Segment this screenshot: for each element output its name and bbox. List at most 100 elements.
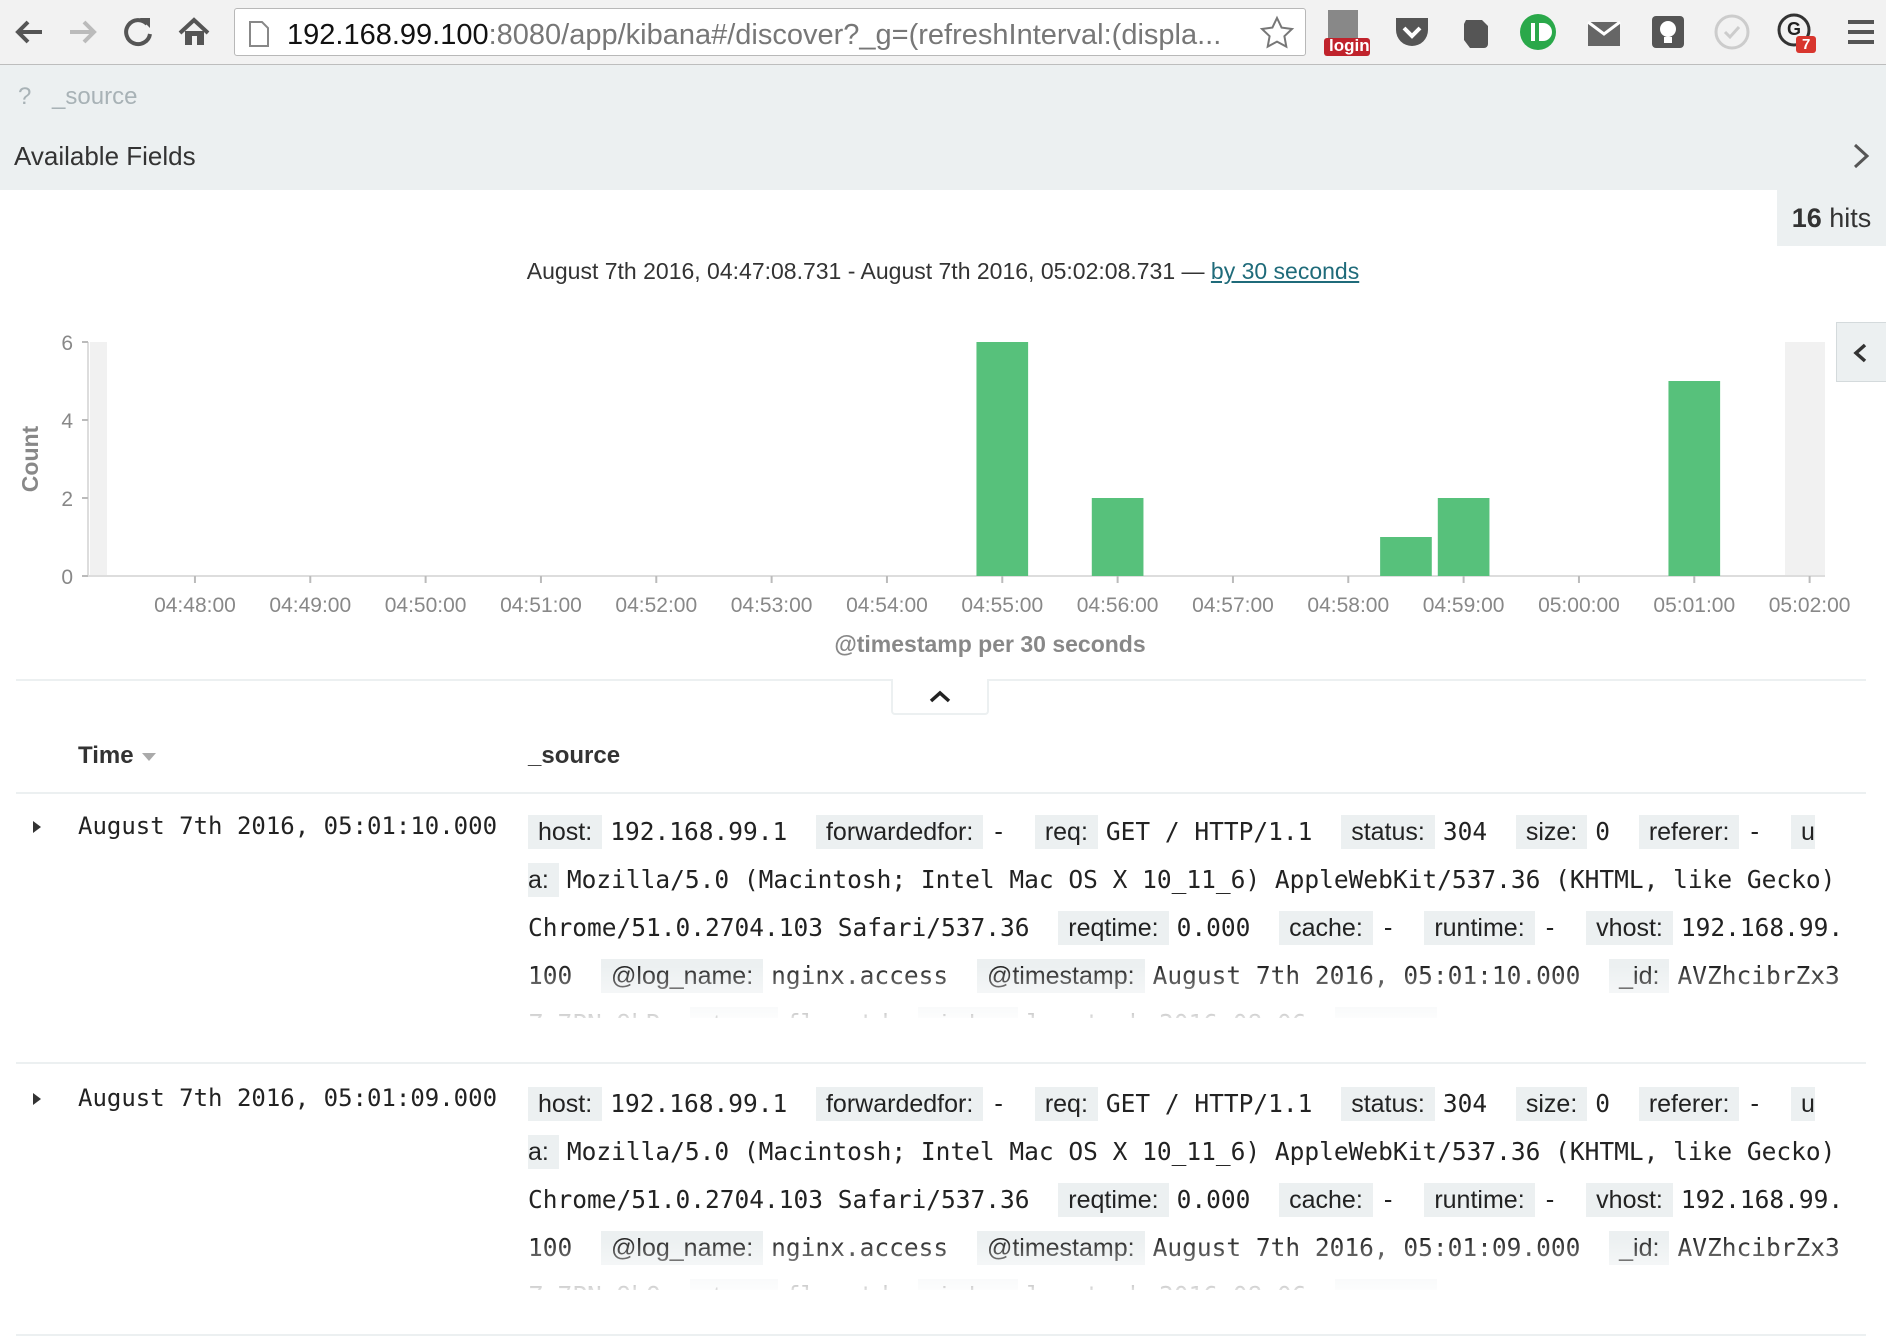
x-tick-label: 05:02:00 <box>1769 594 1851 617</box>
field-value: - <box>1380 913 1396 942</box>
x-tick-label: 05:00:00 <box>1538 594 1620 617</box>
fields-panel: ? _source Available Fields <box>0 65 1886 190</box>
x-tick-label: 04:48:00 <box>154 594 236 617</box>
field-key: referer: <box>1638 815 1740 849</box>
unknown-type-icon: ? <box>18 83 32 110</box>
field-key: referer: <box>1638 1087 1740 1121</box>
profile-extension-icon[interactable]: G 7 <box>1774 12 1817 53</box>
mail-check-icon[interactable] <box>1584 12 1624 52</box>
notification-badge: 7 <box>1796 36 1817 53</box>
lightbulb-icon[interactable] <box>1648 12 1688 52</box>
back-icon[interactable] <box>8 10 52 54</box>
y-tick-label: 2 <box>61 488 73 511</box>
x-tick-label: 04:53:00 <box>731 594 813 617</box>
url-path: :8080/app/kibana#/discover?_g=(refreshIn… <box>488 19 1222 51</box>
field-key: status: <box>1341 815 1435 849</box>
source-field-label: _source <box>52 83 138 110</box>
field-value: - <box>991 1089 1007 1118</box>
menu-icon[interactable] <box>1840 12 1880 52</box>
evernote-icon[interactable] <box>1456 12 1496 52</box>
field-key: vhost: <box>1586 911 1673 945</box>
hits-label: hits <box>1829 203 1872 233</box>
chevron-right-icon[interactable] <box>1850 141 1872 176</box>
field-value: 0.000 <box>1176 913 1251 942</box>
field-value: 192.168.99.1 <box>610 1089 788 1118</box>
expand-row-icon[interactable] <box>30 1090 44 1113</box>
truncation-fade <box>528 966 1850 1022</box>
address-bar[interactable]: 192.168.99.100:8080/app/kibana#/discover… <box>234 8 1306 56</box>
time-column-label: Time <box>78 742 134 769</box>
collapse-chart-button[interactable] <box>891 679 989 715</box>
field-value: 192.168.99.1 <box>610 817 788 846</box>
x-tick-label: 04:58:00 <box>1307 594 1389 617</box>
time-range: August 7th 2016, 04:47:08.731 - August 7… <box>0 258 1886 285</box>
x-tick-label: 04:59:00 <box>1423 594 1505 617</box>
collapse-sidebar-button[interactable] <box>1836 322 1886 382</box>
row-divider <box>16 1062 1866 1064</box>
time-column-header[interactable]: Time <box>78 742 158 770</box>
interval-link[interactable]: by 30 seconds <box>1211 258 1359 284</box>
field-key: req: <box>1034 1087 1098 1121</box>
field-key: size: <box>1515 1087 1588 1121</box>
truncation-fade <box>528 1238 1850 1294</box>
field-value: - <box>1542 913 1558 942</box>
field-value: - <box>991 817 1007 846</box>
field-key: runtime: <box>1424 911 1535 945</box>
pocket-icon[interactable] <box>1392 12 1432 52</box>
time-range-text: August 7th 2016, 04:47:08.731 - August 7… <box>526 258 1205 284</box>
browser-toolbar: 192.168.99.100:8080/app/kibana#/discover… <box>0 0 1886 65</box>
url-text: 192.168.99.100:8080/app/kibana#/discover… <box>287 19 1247 52</box>
field-value: - <box>1747 817 1763 846</box>
field-key: cache: <box>1279 911 1373 945</box>
field-key: req: <box>1034 815 1098 849</box>
check-circle-icon[interactable] <box>1712 12 1752 52</box>
x-tick-label: 04:57:00 <box>1192 594 1274 617</box>
field-value: GET / HTTP/1.1 <box>1105 817 1313 846</box>
field-value: 304 <box>1442 1089 1488 1118</box>
source-column-header: _source <box>528 742 621 769</box>
x-tick-label: 04:56:00 <box>1077 594 1159 617</box>
field-value: - <box>1747 1089 1763 1118</box>
field-key: host: <box>528 815 603 849</box>
hits-count: 16 hits <box>1777 190 1886 246</box>
histogram-bar <box>1380 537 1432 576</box>
field-key: forwardedfor: <box>815 815 984 849</box>
x-tick-label: 04:49:00 <box>269 594 351 617</box>
x-axis-label: @timestamp per 30 seconds <box>834 631 1145 657</box>
field-value: - <box>1542 1185 1558 1214</box>
id-extension-icon[interactable] <box>1518 12 1558 52</box>
field-value: GET / HTTP/1.1 <box>1105 1089 1313 1118</box>
y-axis-label: Count <box>17 425 43 492</box>
histogram-bar <box>976 342 1029 576</box>
field-value: 304 <box>1442 817 1488 846</box>
x-tick-label: 05:01:00 <box>1653 594 1735 617</box>
field-key: host: <box>528 1087 603 1121</box>
x-tick-label: 04:50:00 <box>385 594 467 617</box>
sort-caret-icon[interactable] <box>140 742 158 769</box>
x-tick-label: 04:54:00 <box>846 594 928 617</box>
source-field[interactable]: ? _source <box>18 83 137 111</box>
row-time: August 7th 2016, 05:01:09.000 <box>78 1084 498 1112</box>
login-extension-icon[interactable]: login <box>1322 8 1370 58</box>
hits-number: 16 <box>1791 203 1822 233</box>
field-key: reqtime: <box>1058 911 1169 945</box>
y-tick-label: 0 <box>61 566 73 589</box>
field-key: reqtime: <box>1058 1183 1169 1217</box>
bookmark-star-icon[interactable] <box>1259 15 1295 56</box>
field-key: cache: <box>1279 1183 1373 1217</box>
header-divider <box>16 792 1866 794</box>
x-tick-label: 04:52:00 <box>615 594 697 617</box>
field-key: status: <box>1341 1087 1435 1121</box>
field-key: size: <box>1515 815 1588 849</box>
expand-row-icon[interactable] <box>30 818 44 841</box>
field-key: vhost: <box>1586 1183 1673 1217</box>
forward-icon[interactable] <box>60 10 104 54</box>
field-value: - <box>1380 1185 1396 1214</box>
histogram-bar <box>1091 498 1144 576</box>
y-tick-label: 4 <box>61 410 73 433</box>
home-icon[interactable] <box>172 10 216 54</box>
reload-icon[interactable] <box>116 10 160 54</box>
y-tick-label: 6 <box>61 332 73 355</box>
range-edge-right <box>1785 342 1825 576</box>
field-key: forwardedfor: <box>815 1087 984 1121</box>
